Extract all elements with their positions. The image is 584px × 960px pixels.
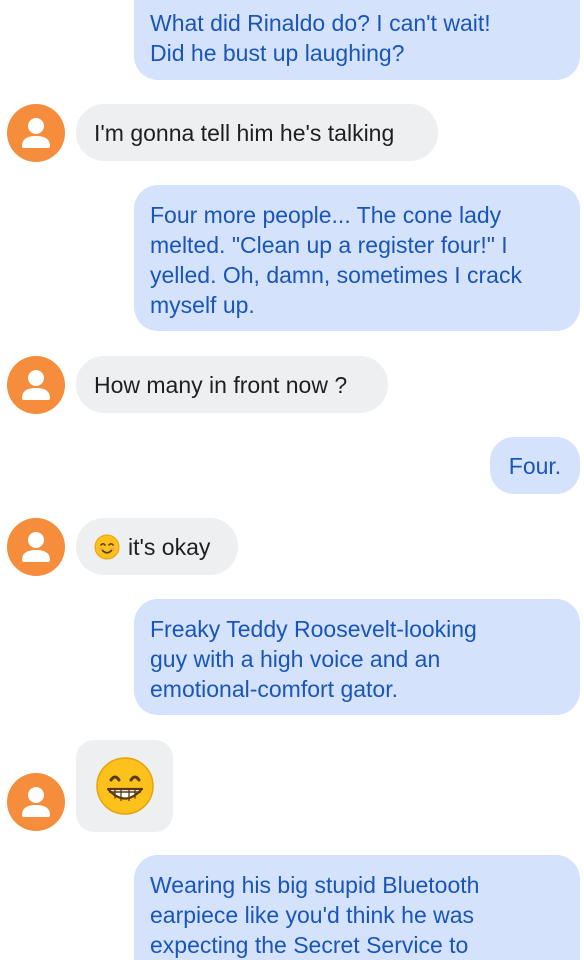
- received-message-bubble[interactable]: How many in front now ?: [76, 356, 388, 413]
- message-text: I'm gonna tell him he's talking: [94, 119, 395, 146]
- contact-avatar-icon[interactable]: [7, 518, 65, 576]
- sent-message-bubble[interactable]: Wearing his big stupid Bluetooth earpiec…: [134, 855, 580, 960]
- person-icon: [22, 787, 50, 817]
- contact-avatar-icon[interactable]: [7, 356, 65, 414]
- sent-message-bubble[interactable]: What did Rinaldo do? I can't wait! Did h…: [134, 0, 580, 80]
- received-message-bubble[interactable]: [76, 740, 173, 832]
- message-thread: What did Rinaldo do? I can't wait! Did h…: [0, 0, 584, 960]
- contact-avatar-icon[interactable]: [7, 773, 65, 831]
- received-message-bubble[interactable]: it's okay: [76, 518, 238, 575]
- grinning-face-icon: [95, 757, 154, 815]
- person-icon: [22, 370, 50, 400]
- smiling-face-icon: [94, 534, 120, 559]
- person-icon: [22, 532, 50, 562]
- person-icon: [22, 118, 50, 148]
- received-message-bubble[interactable]: I'm gonna tell him he's talking: [76, 104, 438, 161]
- message-text: it's okay: [128, 533, 211, 560]
- sent-message-bubble[interactable]: Four more people... The cone lady melted…: [134, 185, 580, 331]
- sent-message-bubble[interactable]: Four.: [490, 437, 580, 494]
- contact-avatar-icon[interactable]: [7, 104, 65, 162]
- message-text: How many in front now ?: [94, 371, 348, 398]
- sent-message-bubble[interactable]: Freaky Teddy Roosevelt-looking guy with …: [134, 599, 580, 715]
